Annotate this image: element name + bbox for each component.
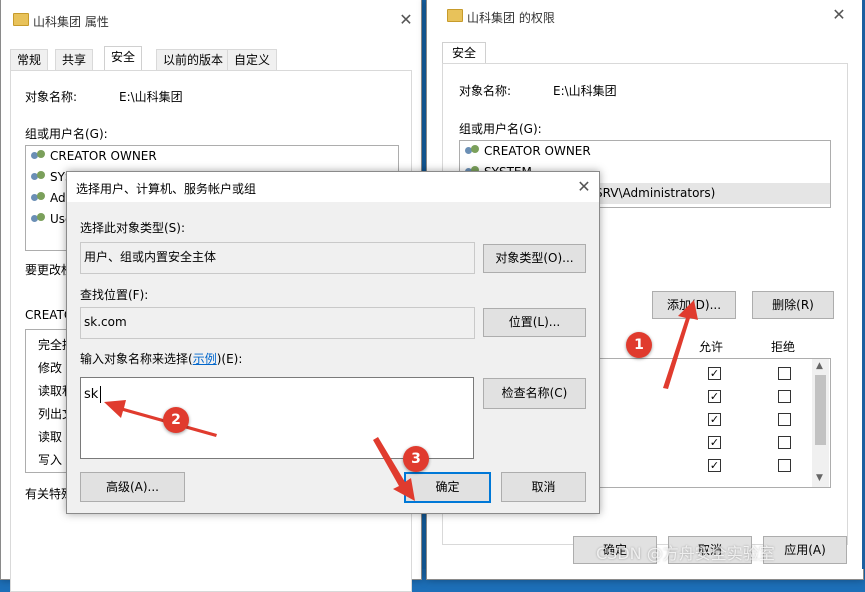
arrow-to-add-button: [663, 300, 698, 389]
watermark: CSDN @方舟安全实验室: [596, 544, 775, 563]
arrow-to-name-input: [104, 400, 217, 437]
annotation-arrows: [104, 300, 698, 501]
annotation-badge-2: 2: [163, 407, 189, 433]
annotation-badge-1: 1: [626, 332, 652, 358]
annotation-badge-3: 3: [403, 446, 429, 472]
